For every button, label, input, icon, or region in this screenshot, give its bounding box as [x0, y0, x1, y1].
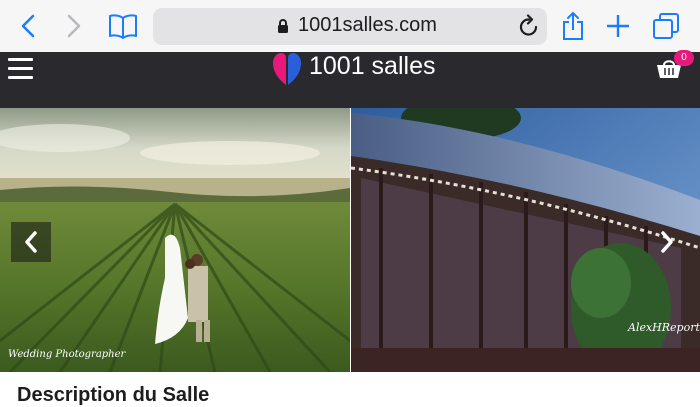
url-text[interactable]: 1001salles.com — [298, 14, 437, 37]
logo-icon[interactable] — [272, 52, 302, 91]
photo-watermark-left: Wedding Photographer — [8, 349, 126, 360]
browser-toolbar: 1001salles.com — [0, 0, 700, 52]
share-icon[interactable] — [561, 0, 585, 52]
photo-watermark-right: AlexHReporta — [628, 321, 700, 334]
venue-gallery — [0, 108, 700, 372]
gallery-next-button[interactable] — [647, 222, 687, 262]
section-heading: Description du Salle — [17, 384, 210, 406]
tabs-icon[interactable] — [652, 0, 680, 52]
back-icon[interactable] — [14, 0, 42, 52]
bookmarks-icon[interactable] — [106, 0, 140, 52]
forward-icon[interactable] — [62, 0, 86, 52]
gallery-prev-button[interactable] — [11, 222, 51, 262]
menu-icon[interactable] — [8, 58, 33, 79]
cart-count-badge: 0 — [674, 50, 694, 66]
new-tab-icon[interactable] — [605, 0, 631, 52]
brand-name[interactable]: 1001 salles — [309, 52, 435, 80]
gallery-photo-vineyard[interactable] — [0, 108, 350, 372]
lock-icon — [277, 18, 289, 39]
reload-icon[interactable] — [518, 14, 540, 43]
